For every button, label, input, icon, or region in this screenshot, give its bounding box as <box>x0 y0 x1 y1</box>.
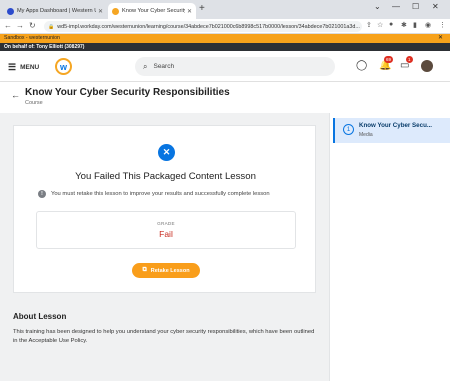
grade-value: Fail <box>159 229 173 239</box>
minimize-icon[interactable]: — <box>392 2 400 11</box>
logo-letter: w <box>59 61 67 72</box>
page-subtitle: Course <box>25 100 43 106</box>
about-text: This training has been designed to help … <box>13 329 315 344</box>
main-content: ✕ You Failed This Packaged Content Lesso… <box>0 113 329 381</box>
forward-nav-icon[interactable]: → <box>16 21 24 30</box>
workday-logo[interactable]: w <box>55 58 72 75</box>
new-tab-button[interactable]: + <box>199 3 205 14</box>
back-nav-icon[interactable]: ← <box>4 21 12 30</box>
share-icon[interactable]: ⇪ <box>366 21 372 29</box>
page-title-bar: ← Know Your Cyber Security Responsibilit… <box>0 82 450 113</box>
on-behalf-text: On behalf of: Tony Elliott (308297) <box>4 44 85 50</box>
close-tab-icon[interactable]: ✕ <box>187 8 192 15</box>
result-card: ✕ You Failed This Packaged Content Lesso… <box>13 125 316 293</box>
menu-button[interactable]: ☰ MENU <box>8 62 39 73</box>
hamburger-icon: ☰ <box>8 62 17 72</box>
lesson-type: Media <box>359 132 373 138</box>
search-icon: ⌕ <box>143 61 148 71</box>
browser-tab-dashboard[interactable]: My Apps Dashboard | Western U ✕ <box>3 3 107 19</box>
on-behalf-banner: On behalf of: Tony Elliott (308297) <box>0 43 450 51</box>
external-link-icon: ⧉ <box>142 267 147 273</box>
retake-label: Retake Lesson <box>150 267 190 274</box>
grade-box: GRADE Fail <box>36 211 296 249</box>
page-title: Know Your Cyber Security Responsibilitie… <box>25 87 230 98</box>
result-heading: You Failed This Packaged Content Lesson <box>75 171 256 182</box>
browser-tab-strip: My Apps Dashboard | Western U ✕ Know You… <box>0 0 450 19</box>
close-tab-icon[interactable]: ✕ <box>98 8 103 15</box>
info-icon: ! <box>38 190 46 198</box>
notifications-badge: 69 <box>384 56 394 63</box>
search-placeholder: Search <box>153 63 175 70</box>
extensions-puzzle-icon[interactable]: ✱ <box>401 21 407 29</box>
about-heading: About Lesson <box>13 312 67 321</box>
search-input[interactable]: ⌕ Search <box>135 57 335 76</box>
back-arrow-icon[interactable]: ← <box>11 90 20 100</box>
retake-lesson-button[interactable]: ⧉ Retake Lesson <box>132 263 200 278</box>
profile-icon[interactable]: ◉ <box>425 21 431 29</box>
lesson-number: 1 <box>343 124 354 135</box>
result-message-text: You must retake this lesson to improve y… <box>51 191 270 197</box>
workday-favicon-icon <box>112 7 119 15</box>
url-text: wd5-impl.workday.com/westernunion/learni… <box>57 23 360 30</box>
browser-menu-icon[interactable]: ⋮ <box>439 21 446 29</box>
sandbox-text: Sandbox - westernunion <box>4 35 60 41</box>
url-field[interactable]: 🔒 wd5-impl.workday.com/westernunion/lear… <box>44 21 362 32</box>
app-header: ☰ MENU w ⌕ Search ◯ 🔔 69 ▭ 1 <box>0 51 450 82</box>
menu-label: MENU <box>20 64 40 71</box>
lesson-list-panel: 1 Know Your Cyber Secu... Media <box>329 113 450 381</box>
tab-title: Know Your Cyber Security Respo <box>122 8 185 14</box>
tab-title: My Apps Dashboard | Western U <box>17 8 96 14</box>
maximize-icon[interactable]: ☐ <box>412 2 419 11</box>
reload-icon[interactable]: ↻ <box>29 21 36 30</box>
lock-icon: 🔒 <box>48 23 55 30</box>
sidebar-icon[interactable]: ▮ <box>413 21 417 29</box>
browser-tab-course[interactable]: Know Your Cyber Security Respo ✕ <box>108 3 196 19</box>
avatar[interactable] <box>421 60 433 72</box>
close-banner-icon[interactable]: ✕ <box>438 34 443 43</box>
result-message: ! You must retake this lesson to improve… <box>38 190 308 198</box>
lesson-list-item[interactable]: 1 Know Your Cyber Secu... Media <box>333 118 450 143</box>
sandbox-banner: Sandbox - westernunion ✕ <box>0 34 450 43</box>
tab-search-icon[interactable]: ⌄ <box>374 2 381 11</box>
close-circle-icon: ✕ <box>158 144 175 161</box>
extension-icon[interactable]: ● <box>389 21 393 28</box>
grade-label: GRADE <box>157 221 175 226</box>
chat-icon[interactable]: ◯ <box>356 60 367 71</box>
lesson-title: Know Your Cyber Secu... <box>359 122 433 129</box>
bookmark-star-icon[interactable]: ☆ <box>377 21 383 29</box>
inbox-badge: 1 <box>406 56 413 63</box>
workday-favicon-icon <box>7 7 14 15</box>
close-window-icon[interactable]: ✕ <box>432 2 439 11</box>
